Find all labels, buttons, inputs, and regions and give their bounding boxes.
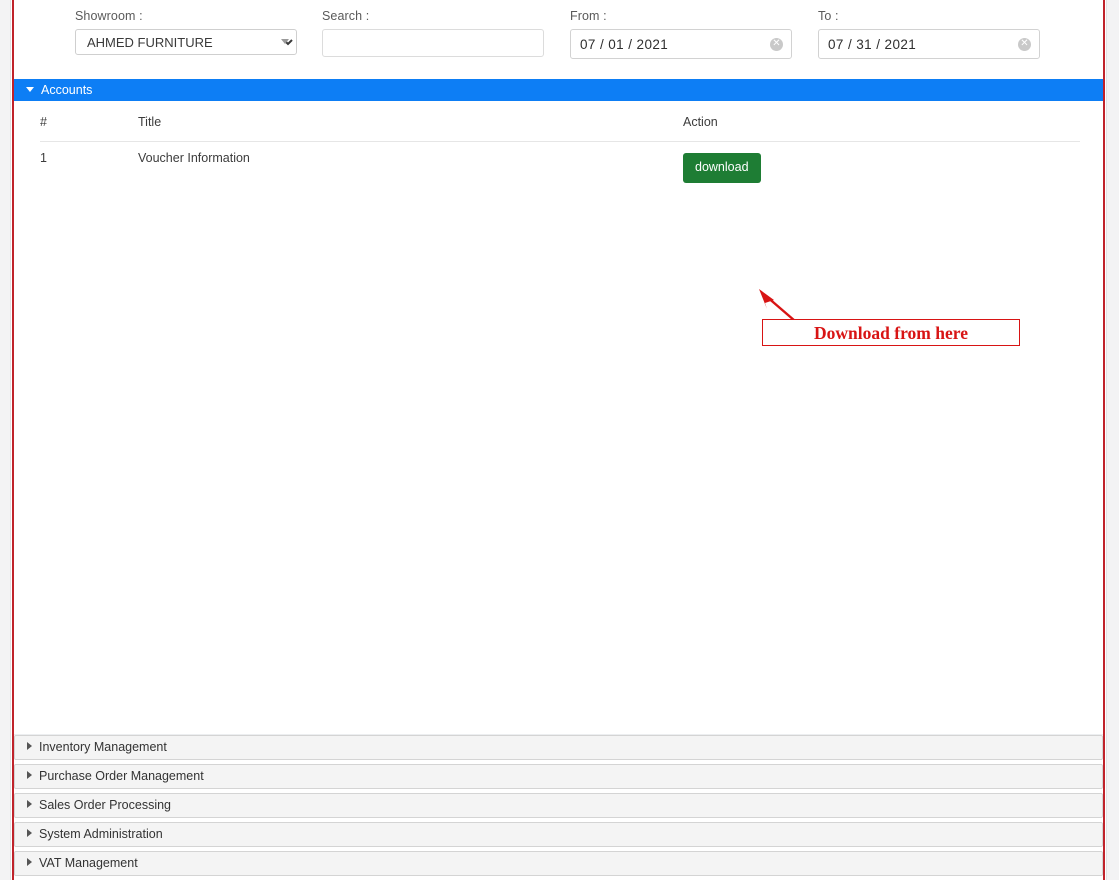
accordion-item-label: VAT Management	[39, 856, 138, 870]
clear-circle-icon[interactable]: ✕	[770, 38, 783, 51]
voucher-table: # Title Action 1 Voucher Information dow…	[40, 111, 1080, 183]
accordion-item-label: Inventory Management	[39, 740, 167, 754]
row-number: 1	[40, 151, 47, 165]
accordion-item-purchase-order-management[interactable]: Purchase Order Management	[14, 764, 1103, 789]
showroom-select-wrap: AHMED FURNITURE	[75, 29, 297, 55]
row-action-cell: download	[683, 142, 1080, 183]
column-header-action: Action	[683, 111, 1080, 142]
caret-right-icon	[27, 771, 32, 779]
table-header-row: # Title Action	[40, 111, 1080, 142]
from-date-label: From :	[570, 9, 607, 23]
accordion-item-system-administration[interactable]: System Administration	[14, 822, 1103, 847]
column-header-title: Title	[138, 111, 683, 142]
accounts-panel-header[interactable]: Accounts	[14, 79, 1103, 101]
showroom-field: Showroom : AHMED FURNITURE	[75, 9, 297, 55]
caret-right-icon	[27, 829, 32, 837]
voucher-table-head: # Title Action	[40, 111, 1080, 142]
annotation-callout: Download from here	[762, 319, 1020, 346]
caret-down-icon	[26, 87, 34, 92]
search-label: Search :	[322, 9, 370, 23]
accounts-panel-body: # Title Action 1 Voucher Information dow…	[14, 101, 1103, 735]
accordion-item-label: System Administration	[39, 827, 163, 841]
search-field: Search :	[322, 9, 544, 57]
page-gutter-right	[1106, 0, 1119, 880]
page-gutter-left	[0, 0, 11, 880]
caret-right-icon	[27, 800, 32, 808]
page-border-right	[1103, 0, 1105, 880]
accordion-item-vat-management[interactable]: VAT Management	[14, 851, 1103, 876]
search-input[interactable]	[322, 29, 544, 57]
accordion-item-inventory-management[interactable]: Inventory Management	[14, 735, 1103, 760]
filter-bar: Showroom : AHMED FURNITURE Search : From…	[14, 0, 1103, 79]
to-date-input[interactable]	[818, 29, 1040, 59]
module-accordion: Inventory Management Purchase Order Mana…	[14, 735, 1103, 880]
table-row: 1 Voucher Information download	[40, 142, 1080, 183]
voucher-table-body: 1 Voucher Information download	[40, 142, 1080, 183]
from-date-wrap: ✕	[570, 29, 792, 59]
clear-circle-icon[interactable]: ✕	[1018, 38, 1031, 51]
to-date-label: To :	[818, 9, 839, 23]
accordion-item-sales-order-processing[interactable]: Sales Order Processing	[14, 793, 1103, 818]
caret-right-icon	[27, 742, 32, 750]
from-date-input[interactable]	[570, 29, 792, 59]
showroom-select[interactable]: AHMED FURNITURE	[75, 29, 297, 55]
accordion-item-label: Sales Order Processing	[39, 798, 172, 812]
to-date-field: To : ✕	[818, 9, 1040, 59]
accounts-panel-title: Accounts	[41, 83, 93, 97]
accordion-item-label: Purchase Order Management	[39, 769, 204, 783]
to-date-wrap: ✕	[818, 29, 1040, 59]
download-button[interactable]: download	[683, 153, 761, 183]
showroom-label: Showroom :	[75, 9, 143, 23]
column-header-num: #	[40, 111, 138, 142]
row-title: Voucher Information	[138, 151, 250, 165]
caret-right-icon	[27, 858, 32, 866]
accounts-panel: Accounts # Title Action 1 Voucher Inform…	[14, 79, 1103, 735]
annotation-text: Download from here	[814, 323, 968, 343]
from-date-field: From : ✕	[570, 9, 792, 59]
